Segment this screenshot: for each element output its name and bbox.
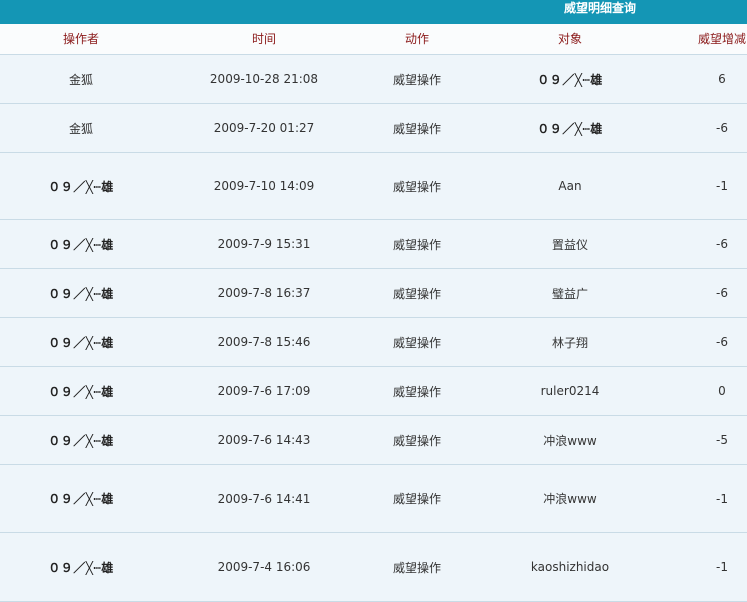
cell-target: ０９／╳┉雄 — [537, 121, 603, 136]
cell-time: 2009-10-28 21:08 — [209, 72, 319, 86]
column-header-time: 时间 — [251, 32, 276, 46]
cell-target: Aan — [558, 179, 582, 193]
cell-operator: 金狐 — [68, 72, 93, 87]
cell-action: 威望操作 — [392, 492, 441, 506]
cell-operator: ０９／╳┉雄 — [48, 335, 114, 350]
cell-time: 2009-7-8 16:37 — [217, 286, 311, 300]
column-header-action: 动作 — [404, 32, 429, 46]
cell-delta: 6 — [718, 72, 726, 86]
cell-time: 2009-7-6 14:41 — [217, 491, 311, 506]
table-row: ０９／╳┉雄 2009-7-6 14:41 威望操作 冲浪www -1 — [0, 465, 747, 533]
cell-action: 威望操作 — [392, 72, 441, 87]
cell-action: 威望操作 — [392, 433, 441, 448]
cell-time: 2009-7-6 14:43 — [217, 433, 311, 447]
table-row: ０９／╳┉雄 2009-7-6 17:09 威望操作 ruler0214 0 — [0, 367, 747, 416]
cell-target: ruler0214 — [540, 384, 600, 398]
cell-operator: 金狐 — [68, 121, 93, 136]
cell-action: 威望操作 — [392, 560, 441, 575]
cell-target: 璧益广 — [551, 286, 588, 301]
cell-time: 2009-7-9 15:31 — [217, 237, 311, 251]
cell-delta: -6 — [716, 237, 728, 251]
cell-time: 2009-7-10 14:09 — [213, 179, 315, 193]
column-header-target: 对象 — [557, 32, 582, 46]
table-row: 金狐 2009-7-20 01:27 威望操作 ０９／╳┉雄 -6 — [0, 104, 747, 153]
cell-delta: 0 — [718, 384, 726, 398]
cell-operator: ０９／╳┉雄 — [48, 433, 114, 448]
cell-action: 威望操作 — [392, 179, 441, 194]
cell-operator: ０９／╳┉雄 — [48, 492, 114, 506]
page-title: 威望明细查询 — [563, 1, 636, 15]
cell-target: 林子翔 — [551, 335, 588, 350]
title-bar: 威望明细查询 — [0, 0, 747, 24]
cell-delta: -5 — [716, 433, 728, 447]
cell-action: 威望操作 — [392, 237, 441, 252]
cell-delta: -6 — [716, 286, 728, 300]
cell-target: ０９／╳┉雄 — [537, 72, 603, 87]
table-row: ０９／╳┉雄 2009-7-8 16:37 威望操作 璧益广 -6 — [0, 269, 747, 318]
table-row: ０９／╳┉雄 2009-7-4 16:06 威望操作 kaoshizhidao … — [0, 533, 747, 602]
cell-action: 威望操作 — [392, 121, 441, 136]
cell-target: 冲浪www — [543, 492, 597, 506]
cell-delta: -6 — [716, 121, 728, 135]
column-header-operator: 操作者 — [62, 32, 99, 46]
cell-target: kaoshizhidao — [530, 560, 610, 574]
cell-action: 威望操作 — [392, 335, 441, 350]
table-row: 金狐 2009-10-28 21:08 威望操作 ０９／╳┉雄 6 — [0, 55, 747, 104]
cell-action: 威望操作 — [392, 384, 441, 399]
cell-time: 2009-7-8 15:46 — [217, 335, 311, 349]
cell-operator: ０９／╳┉雄 — [48, 286, 114, 301]
cell-operator: ０９／╳┉雄 — [48, 384, 114, 399]
column-header-delta: 威望增减 — [697, 32, 746, 46]
cell-action: 威望操作 — [392, 286, 441, 301]
table-row: ０９／╳┉雄 2009-7-8 15:46 威望操作 林子翔 -6 — [0, 318, 747, 367]
cell-delta: -6 — [716, 335, 728, 349]
table-row: ０９／╳┉雄 2009-7-9 15:31 威望操作 置益仪 -6 — [0, 220, 747, 269]
cell-time: 2009-7-20 01:27 — [213, 121, 315, 135]
cell-delta: -1 — [716, 560, 728, 574]
table-header: 操作者 时间 动作 对象 威望增减 — [0, 24, 747, 55]
cell-operator: ０９／╳┉雄 — [48, 179, 114, 194]
cell-target: 冲浪www — [543, 433, 597, 448]
table-row: ０９／╳┉雄 2009-7-6 14:43 威望操作 冲浪www -5 — [0, 416, 747, 465]
cell-time: 2009-7-4 16:06 — [217, 560, 311, 574]
table-row: ０９／╳┉雄 2009-7-10 14:09 威望操作 Aan -1 — [0, 153, 747, 220]
cell-operator: ０９／╳┉雄 — [48, 560, 114, 575]
cell-delta: -1 — [716, 491, 728, 506]
cell-operator: ０９／╳┉雄 — [48, 237, 114, 252]
cell-delta: -1 — [716, 179, 728, 193]
cell-target: 置益仪 — [551, 237, 588, 252]
cell-time: 2009-7-6 17:09 — [217, 384, 311, 398]
